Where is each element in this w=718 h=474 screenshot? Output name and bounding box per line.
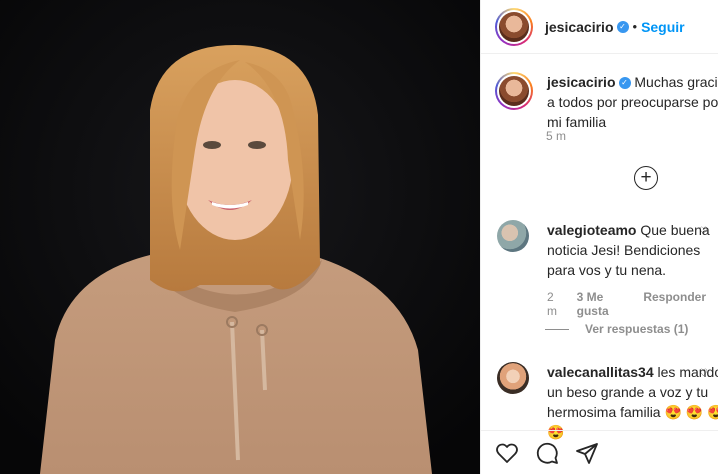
author-avatar[interactable] (495, 7, 533, 46)
view-replies-label: Ver respuestas (1) (585, 322, 689, 336)
post-actions-bar (481, 430, 718, 474)
comment-username[interactable]: valegioteamo (547, 222, 636, 238)
post-media[interactable] (0, 0, 480, 474)
caption-text-block: jesicacirio✓ Muchas gracias a todos por … (547, 72, 718, 132)
comment-like-icon[interactable]: ♡ (699, 368, 708, 379)
comment-item: valegioteamo Que buena noticia Jesi! Ben… (497, 220, 718, 280)
comment-like-icon[interactable]: ♡ (699, 226, 708, 237)
comment-username[interactable]: valecanallitas34 (547, 364, 654, 380)
comment-body: valegioteamo Que buena noticia Jesi! Ben… (547, 220, 718, 280)
replies-divider (545, 328, 569, 330)
woman-portrait-image (0, 0, 480, 474)
post-sidebar: jesicacirio ✓ • Seguir jesicacirio ✓ Much… (480, 0, 718, 474)
load-more-comments-button[interactable]: + (634, 166, 658, 190)
comment-icon[interactable] (535, 441, 559, 465)
post-header: jesicacirio ✓ • Seguir (481, 0, 718, 54)
commenter-avatar[interactable] (497, 220, 529, 252)
caption-username[interactable]: jesicacirio (547, 74, 616, 90)
caption-avatar[interactable] (495, 72, 533, 110)
caption-time[interactable]: 5 m (546, 129, 566, 143)
view-replies-button[interactable]: Ver respuestas (1) (545, 322, 688, 336)
plus-circle-icon: + (640, 167, 652, 188)
author-username[interactable]: jesicacirio (545, 19, 614, 35)
comment-time: 2 m (547, 290, 557, 318)
separator-dot: • (632, 19, 638, 34)
reply-button[interactable]: Responder (643, 290, 706, 318)
comment-likes[interactable]: 3 Me gusta (577, 290, 632, 318)
verified-badge-icon: ✓ (618, 77, 631, 90)
heart-icon[interactable] (495, 441, 519, 465)
comment-meta: 2 m 3 Me gusta Responder (547, 290, 718, 318)
share-icon[interactable] (575, 441, 599, 465)
caption: jesicacirio✓ Muchas gracias a todos por … (495, 72, 718, 132)
follow-button[interactable]: Seguir (641, 19, 685, 35)
verified-badge-icon: ✓ (616, 20, 629, 33)
commenter-avatar[interactable] (497, 362, 529, 394)
